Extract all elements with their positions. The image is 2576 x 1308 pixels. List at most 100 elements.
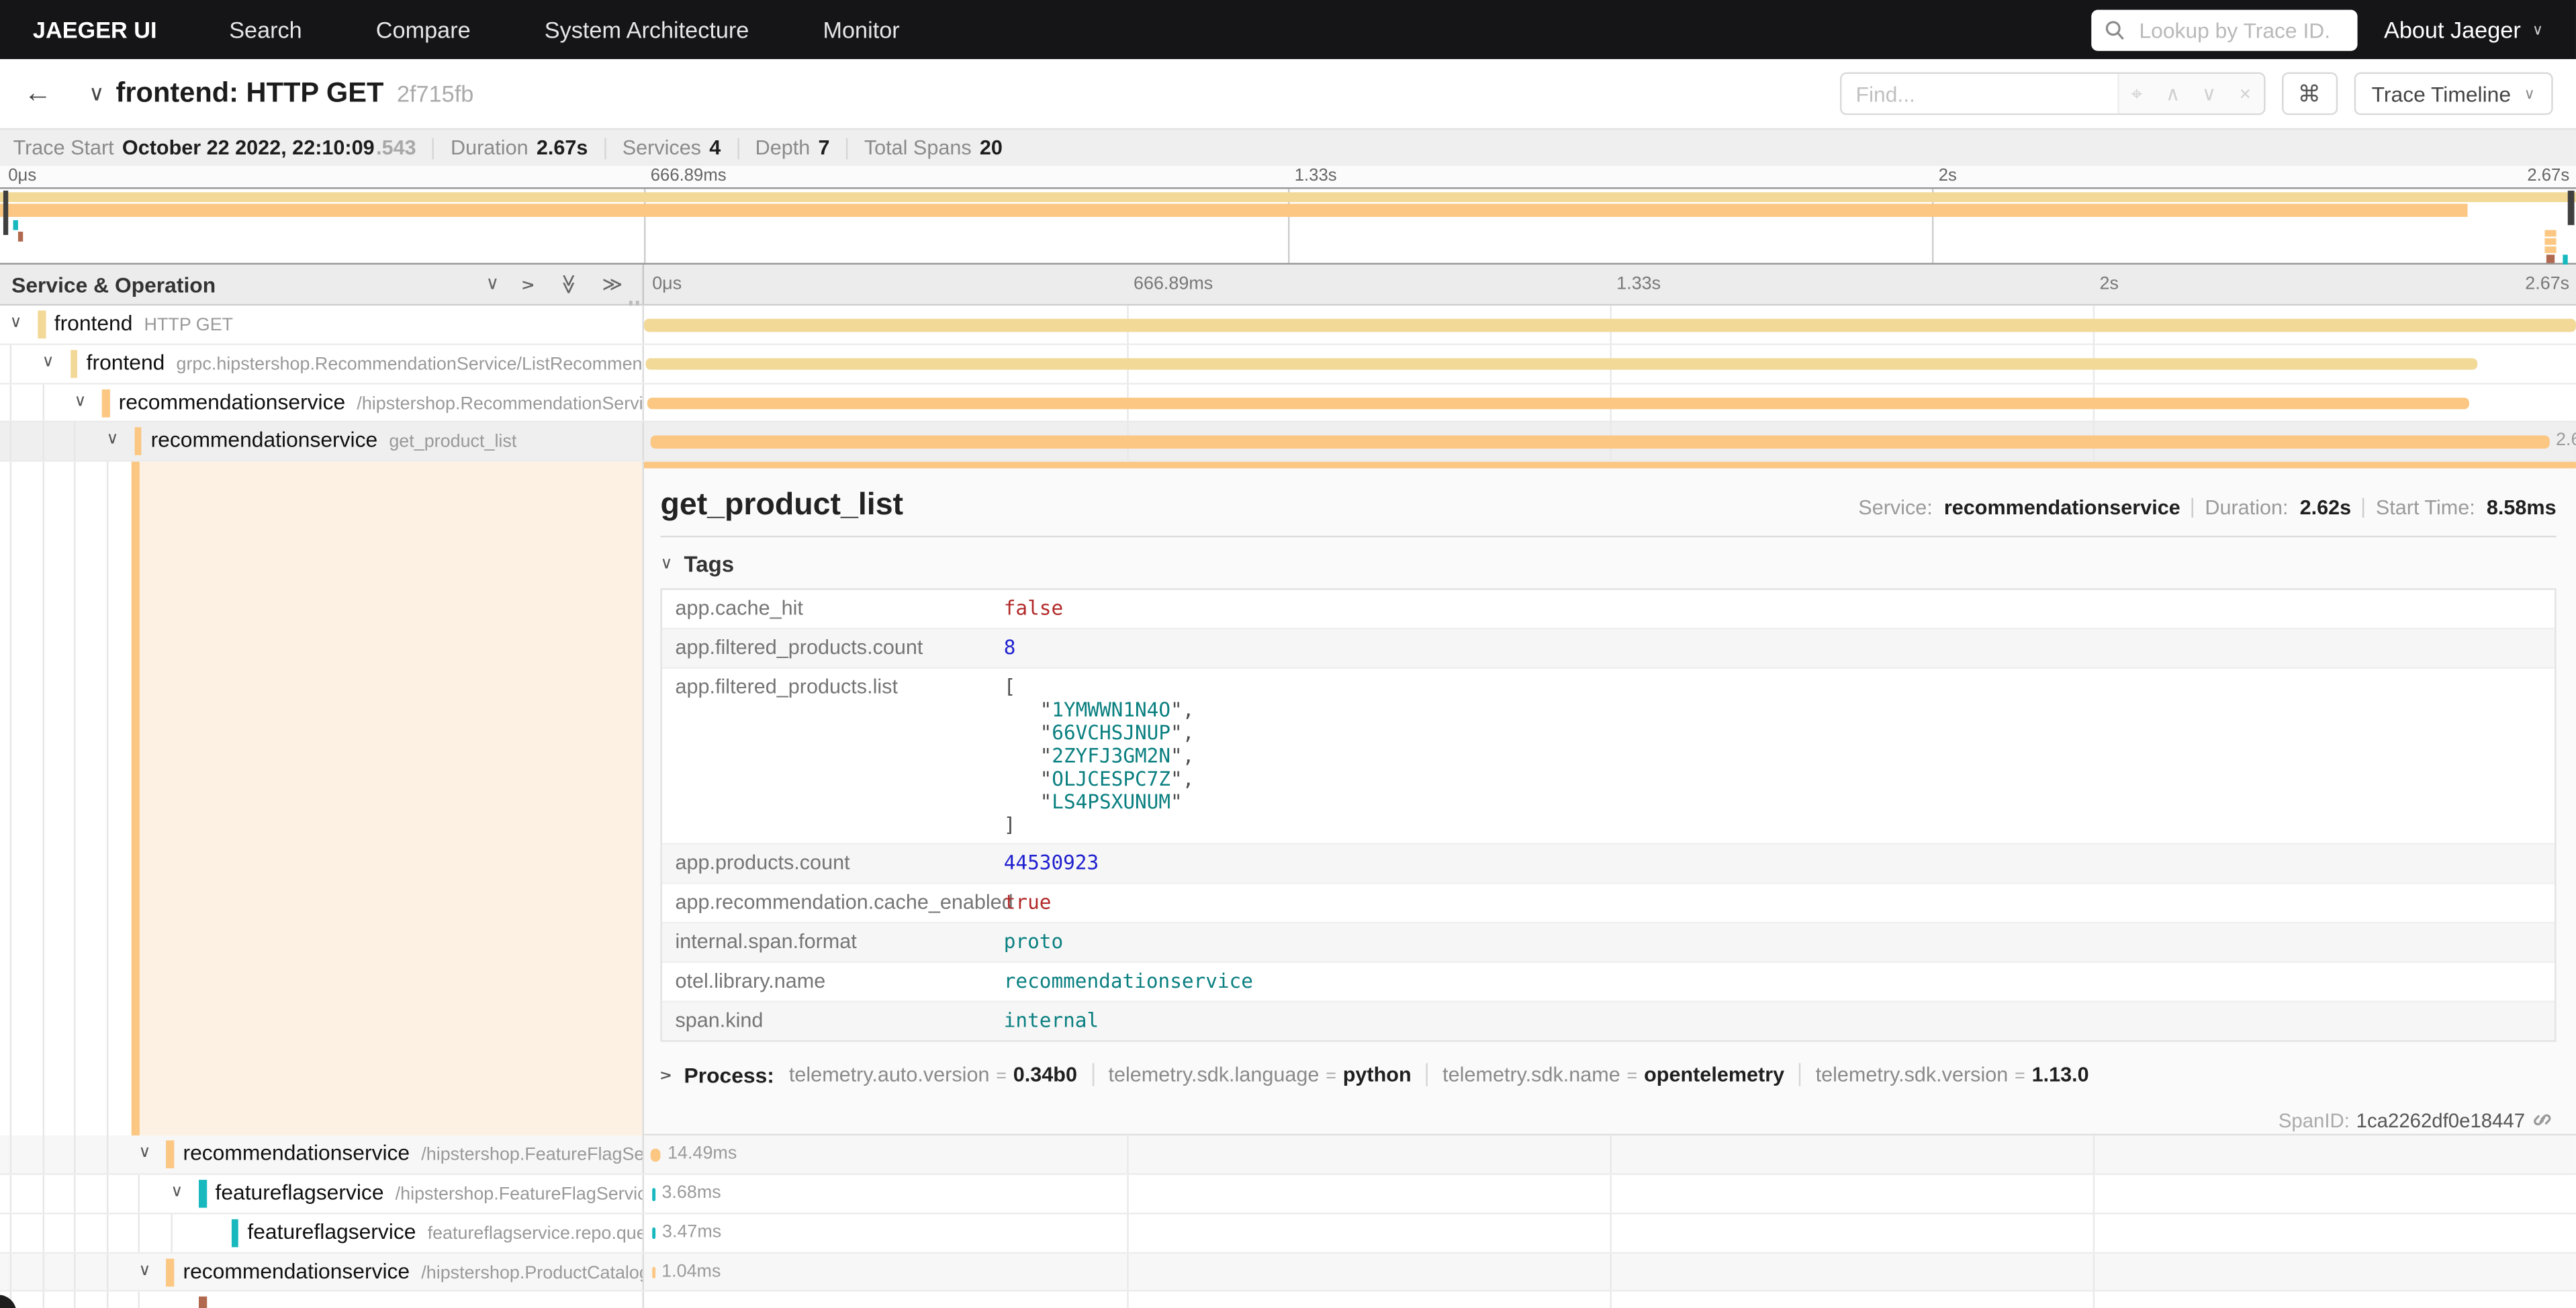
span-timeline-cell[interactable]: 14.49ms [644, 1135, 2576, 1173]
span-toggle-chevron-icon[interactable]: ∨ [75, 384, 87, 420]
span-toggle-chevron-icon[interactable]: ∨ [10, 306, 22, 342]
span-timeline-cell[interactable] [644, 344, 2576, 382]
indent-guide [42, 423, 44, 461]
span-name: recommendationservice/hipstershop.Produc… [183, 1253, 644, 1291]
span-operation-name: /hipstershop.RecommendationService/Lis..… [357, 393, 644, 413]
span-duration-bar[interactable] [644, 319, 2576, 332]
span-name-cell[interactable]: ∨recommendationserviceget_product_list [0, 423, 644, 461]
divider [2192, 498, 2193, 517]
span-timeline-cell[interactable]: 3.47ms [644, 1214, 2576, 1252]
nav-item-system-architecture[interactable]: System Architecture [545, 16, 749, 42]
minimap-drag-handle-right[interactable] [2568, 191, 2574, 225]
tags-section-toggle[interactable]: ∨ Tags [660, 552, 2556, 577]
tag-key: internal.span.format [662, 923, 991, 961]
span-name-cell[interactable]: ∨recommendationservice/hipstershop.Featu… [0, 1135, 644, 1173]
span-toggle-chevron-icon[interactable]: ∨ [138, 1253, 150, 1289]
find-match-icon[interactable]: ⌖ [2119, 74, 2155, 113]
span-color-bar [167, 1141, 174, 1169]
string-value: OLJCESPC7Z [1052, 767, 1170, 790]
nav-item-search[interactable]: Search [229, 16, 302, 42]
span-row[interactable] [0, 1292, 2576, 1308]
span-name-cell[interactable]: ∨frontendHTTP GET [0, 306, 644, 343]
expand-all-icon[interactable]: ≫ [602, 275, 623, 294]
span-timeline-cell[interactable]: 3.68ms [644, 1175, 2576, 1213]
span-duration-bar[interactable] [652, 1227, 655, 1240]
span-timeline-cell[interactable]: 2.62s [644, 423, 2576, 461]
timeline-tick-label: 1.33s [1295, 166, 1337, 187]
indent-guide [107, 1214, 108, 1252]
span-name-cell[interactable]: featureflagservicefeatureflagservice.rep… [0, 1214, 644, 1252]
span-row-frontend[interactable]: ∨frontendHTTP GET [0, 306, 2576, 344]
span-toggle-chevron-icon[interactable]: ∨ [42, 344, 54, 381]
nav-item-monitor[interactable]: Monitor [823, 16, 899, 42]
span-timeline-cell[interactable] [644, 306, 2576, 343]
trace-services: Services4 [623, 136, 721, 159]
span-name-cell[interactable]: ∨recommendationservice/hipstershop.Recom… [0, 384, 644, 422]
span-timeline-cell[interactable] [644, 384, 2576, 422]
trace-lookup-input[interactable] [2136, 15, 2334, 44]
span-name-cell[interactable]: ∨ recommendationservice/hipstershop.Produ… [0, 1253, 644, 1291]
span-toggle-chevron-icon[interactable]: ∨ [138, 1135, 150, 1172]
about-jaeger-menu[interactable]: About Jaeger ∨ [2384, 16, 2543, 42]
process-key: telemetry.sdk.language [1108, 1064, 1319, 1087]
collapse-all-icon[interactable]: ≫ [559, 274, 578, 295]
span-name-cell[interactable]: ∨featureflagservice/hipstershop.FeatureF… [0, 1175, 644, 1213]
find-clear-icon[interactable]: × [2227, 74, 2263, 113]
find-input[interactable] [1841, 74, 2117, 113]
span-timeline-cell[interactable] [644, 1292, 2576, 1308]
timeline-gridline [2093, 1135, 2095, 1173]
span-detail-meta: Service: recommendationservice Duration:… [1858, 496, 2556, 519]
span-row-recommendationservice[interactable]: ∨recommendationservice/hipstershop.Featu… [0, 1135, 2576, 1174]
chevron-down-icon: ∨ [2532, 21, 2543, 39]
timeline-gridline [1610, 1175, 1611, 1213]
process-section-toggle[interactable]: ∨ Process: telemetry.auto.version=0.34b0… [660, 1063, 2556, 1088]
span-color-bar [199, 1180, 206, 1208]
trace-view-selector[interactable]: Trace Timeline ∨ [2354, 73, 2553, 115]
span-row-frontend[interactable]: ∨frontendgrpc.hipstershop.Recommendation… [0, 344, 2576, 383]
span-duration-bar[interactable] [650, 1149, 661, 1162]
span-duration-bar[interactable] [646, 358, 2477, 371]
find-next-icon[interactable]: ∨ [2191, 74, 2227, 113]
duration-value: 2.62s [2300, 496, 2352, 519]
collapse-one-icon[interactable]: ∨ [486, 275, 500, 293]
keyboard-shortcuts-button[interactable]: ⌘ [2281, 73, 2337, 115]
minimap-drag-handle-left[interactable] [3, 191, 7, 235]
span-row-recommendationservice[interactable]: ∨recommendationservice/hipstershop.Recom… [0, 384, 2576, 423]
trace-minimap[interactable] [0, 187, 2576, 265]
find-prev-icon[interactable]: ∧ [2155, 74, 2191, 113]
span-operation-name: /hipstershop.ProductCatalogSer... [421, 1263, 644, 1282]
jaeger-logo[interactable]: JAEGER UI [33, 16, 157, 42]
nav-item-compare[interactable]: Compare [376, 16, 471, 42]
span-name-cell[interactable]: ∨frontendgrpc.hipstershop.Recommendation… [0, 344, 644, 382]
span-name-cell[interactable] [0, 1292, 644, 1308]
expand-one-icon[interactable]: ∨ [520, 278, 538, 291]
timeline-gridline [1127, 1292, 1128, 1308]
find-group: ⌖ ∧ ∨ × [1839, 73, 2265, 115]
tags-table: app.cache_hitfalseapp.filtered_products.… [660, 588, 2556, 1041]
equals-sign: = [2015, 1067, 2025, 1086]
back-button[interactable]: ← [13, 77, 62, 110]
tag-key: span.kind [662, 1002, 991, 1040]
span-toggle-chevron-icon[interactable]: ∨ [107, 423, 119, 459]
process-item: telemetry.sdk.language=python [1108, 1064, 1411, 1087]
span-duration-bar[interactable] [653, 1266, 656, 1279]
span-toggle-chevron-icon[interactable]: ∨ [171, 1175, 183, 1211]
span-duration-bar[interactable] [650, 436, 2549, 449]
span-row-recommendationservice[interactable]: ∨recommendationserviceget_product_list2.… [0, 423, 2576, 462]
trace-lookup-box[interactable] [2092, 9, 2358, 50]
span-duration-bar[interactable] [647, 397, 2469, 410]
span-row-featureflagservice[interactable]: ∨featureflagservice/hipstershop.FeatureF… [0, 1175, 2576, 1214]
span-timeline-cell[interactable]: 1.04ms [644, 1253, 2576, 1291]
collapse-trace-chevron-icon[interactable]: ∨ [89, 81, 104, 107]
span-duration-bar[interactable] [651, 1188, 655, 1201]
minimap-span-mark [2544, 230, 2556, 237]
timeline-tick-label: 1.33s [1616, 265, 1661, 306]
link-icon[interactable] [2532, 1110, 2553, 1131]
span-id-row: SpanID: 1ca2262df0e18447 [660, 1109, 2556, 1132]
duration-label: Duration: [2205, 496, 2288, 519]
equals-sign: = [1326, 1067, 1336, 1086]
span-row-featureflagservice[interactable]: featureflagservicefeatureflagservice.rep… [0, 1214, 2576, 1253]
span-row-recommendationservice[interactable]: ∨ recommendationservice/hipstershop.Produ… [0, 1253, 2576, 1292]
span-id-label: SpanID: [2279, 1109, 2350, 1132]
span-detail-header: get_product_list Service: recommendation… [660, 468, 2556, 537]
